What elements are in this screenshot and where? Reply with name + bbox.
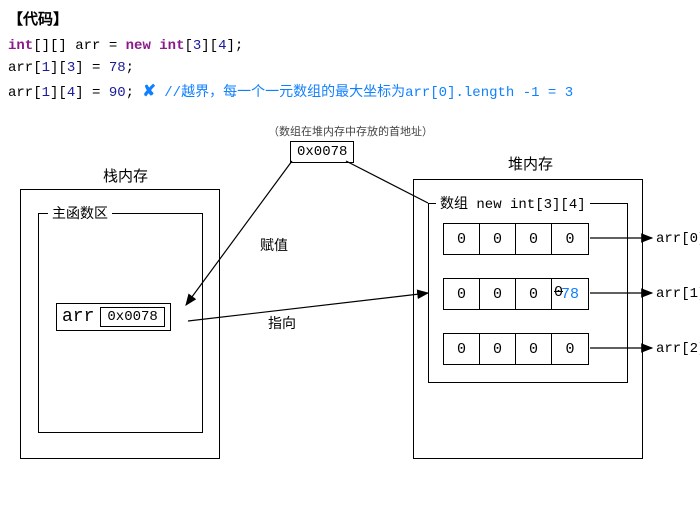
cell-0-3: 0 (552, 224, 588, 254)
point-label: 指向 (268, 313, 296, 333)
address-box: 0x0078 (290, 141, 354, 163)
l2-j: 3 (67, 60, 75, 76)
var-decl: arr = (75, 38, 125, 54)
l2-mid: ][ (50, 60, 67, 76)
cell-2-1: 0 (480, 334, 516, 364)
cell-1-1: 0 (480, 279, 516, 309)
code-line-1: int[][] arr = new int[3][4]; (8, 35, 692, 57)
arr-out-2: arr[2] (656, 341, 700, 357)
page-title: 【代码】 (8, 8, 692, 29)
array-row-1: 0 0 0 78 (443, 278, 589, 310)
cell-2-2: 0 (516, 334, 552, 364)
l2-pre: arr[ (8, 60, 42, 76)
error-x-icon: ✘ (142, 83, 155, 101)
l3-i: 1 (42, 85, 50, 101)
l2-val: 78 (109, 60, 126, 76)
memory-diagram: （数组在堆内存中存放的首地址） 0x0078 栈内存 堆内存 主函数区 arr … (8, 123, 692, 473)
l3-end: ; (126, 85, 143, 101)
l3-post: ] = (75, 85, 109, 101)
heap-title: 堆内存 (508, 153, 553, 174)
cell-1-2: 0 (516, 279, 552, 309)
stack-title: 栈内存 (103, 165, 148, 186)
l3-mid: ][ (50, 85, 67, 101)
arr-out-0: arr[0] (656, 231, 700, 247)
dim-open: [ (184, 38, 192, 54)
address-note: （数组在堆内存中存放的首地址） (268, 123, 433, 139)
array-row-0: 0 0 0 0 (443, 223, 589, 255)
main-function-legend: 主函数区 (48, 203, 112, 223)
new-keyword: new int (126, 38, 185, 54)
cell-2-3: 0 (552, 334, 588, 364)
cell-2-0: 0 (444, 334, 480, 364)
arr-variable-cell: arr 0x0078 (56, 303, 171, 331)
dim-sep: ][ (201, 38, 218, 54)
l2-end: ; (126, 60, 134, 76)
cell-0-0: 0 (444, 224, 480, 254)
cell-0-1: 0 (480, 224, 516, 254)
code-block: int[][] arr = new int[3][4]; arr[1][3] =… (8, 35, 692, 105)
arr-var-value: 0x0078 (100, 307, 164, 327)
cell-1-3-old: 0 (554, 284, 563, 301)
assign-label: 赋值 (260, 235, 288, 255)
array-row-2: 0 0 0 0 (443, 333, 589, 365)
dim-close: ]; (227, 38, 244, 54)
l3-pre: arr[ (8, 85, 42, 101)
dim2: 4 (218, 38, 226, 54)
cell-0-2: 0 (516, 224, 552, 254)
l2-post: ] = (75, 60, 109, 76)
cell-1-0: 0 (444, 279, 480, 309)
code-line-2: arr[1][3] = 78; (8, 57, 692, 79)
error-comment: //越界，每一个一元数组的最大坐标为arr[0].length -1 = 3 (156, 85, 573, 101)
brackets: [][] (33, 38, 75, 54)
array-legend: 数组 new int[3][4] (436, 193, 590, 213)
arr-out-1: arr[1] (656, 286, 700, 302)
type-keyword: int (8, 38, 33, 54)
l3-j: 4 (67, 85, 75, 101)
code-line-3: arr[1][4] = 90; ✘ //越界，每一个一元数组的最大坐标为arr[… (8, 80, 692, 106)
arr-var-name: arr (62, 307, 94, 327)
l2-i: 1 (42, 60, 50, 76)
l3-val: 90 (109, 85, 126, 101)
